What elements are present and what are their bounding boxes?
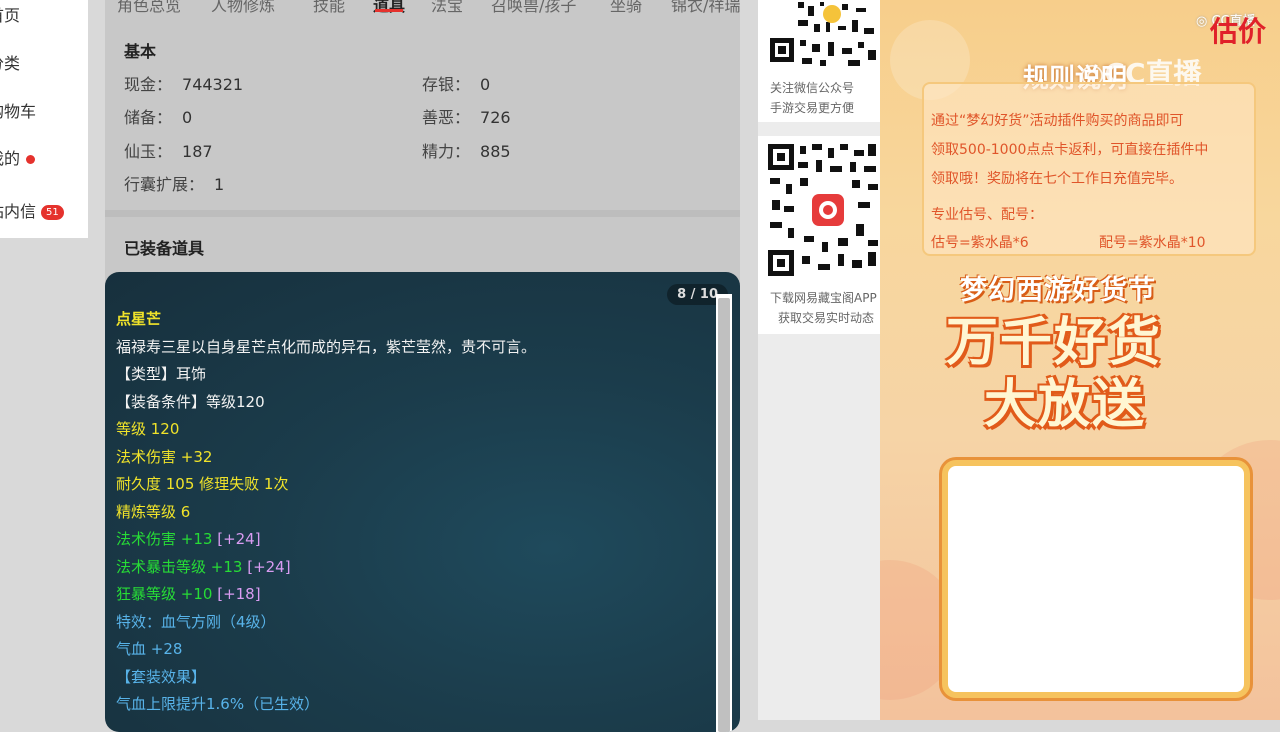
item-requirement: 【装备条件】等级120 xyxy=(116,393,265,411)
sidebar-item-label: 分类 xyxy=(0,54,21,73)
tab-mounts[interactable]: 坐骑 xyxy=(610,0,642,14)
sidebar-item-category[interactable]: 分类 xyxy=(0,50,20,74)
notice-line-4: 专业估号、配号： xyxy=(931,207,1043,223)
promo-blank-frame xyxy=(942,460,1250,698)
tab-cultivation[interactable]: 人物修炼 xyxy=(211,0,275,14)
tab-skills[interactable]: 技能 xyxy=(313,0,345,14)
item-durability: 耐久度 105 修理失败 1次 xyxy=(116,475,289,493)
sidebar-item-mine[interactable]: 我的 xyxy=(0,145,36,169)
wechat-qr-caption-2: 手游交易更方便 xyxy=(770,101,855,115)
app-qr-card: 下载网易藏宝阁APP 获取交易实时动态 xyxy=(758,136,880,334)
app-qr-caption-1: 下载网易藏宝阁APP xyxy=(770,291,877,305)
item-bonus-magic-damage: 法术伤害 +13 [+24] xyxy=(116,530,261,548)
deposit-row: 存银： 0 xyxy=(422,75,491,94)
equipped-items-title: 已装备道具 xyxy=(124,239,205,258)
wechat-qr-caption-1: 关注微信公众号 xyxy=(770,81,855,95)
item-tooltip[interactable]: 8 / 10 点星芒 福禄寿三星以自身星芒点化而成的异石，紫芒莹然，贵不可言。 … xyxy=(105,272,740,732)
promo-ad-panel[interactable]: ◎ CC直播 估价 规则说明 ◎CC直播 通过“梦幻好货”活动插件购买的商品即可… xyxy=(880,0,1280,720)
tab-treasures[interactable]: 法宝 xyxy=(431,0,463,14)
item-special-effect: 特效：血气方刚（4级） xyxy=(116,613,276,631)
sidebar-item-home[interactable]: 首页 xyxy=(0,2,20,26)
sidebar-item-cart[interactable]: 购物车 xyxy=(0,98,36,122)
notification-dot xyxy=(26,155,36,164)
basic-section-title: 基本 xyxy=(124,42,157,61)
notice-line-6: 配号=紫水晶*10 xyxy=(1099,235,1206,251)
item-description: 福禄寿三星以自身星芒点化而成的异石，紫芒莹然，贵不可言。 xyxy=(116,338,537,356)
energy-row: 精力： 885 xyxy=(422,142,511,161)
wechat-qr-code xyxy=(768,0,880,70)
role-tabs: 角色总览 人物修炼 技能 道具 法宝 召唤兽/孩子 坐骑 锦衣/祥瑞 xyxy=(105,0,740,14)
qr-code-column: 关注微信公众号 手游交易更方便 下载网易藏宝阁APP 获取交易实时动态 xyxy=(758,0,880,720)
notice-line-1: 通过“梦幻好货”活动插件购买的商品即可 xyxy=(931,113,1184,129)
notice-line-2: 领取500-1000点点卡返利，可直接在插件中 xyxy=(931,142,1209,158)
sidebar-item-label: 购物车 xyxy=(0,102,37,121)
message-count-badge: 51 xyxy=(41,205,64,220)
item-refine-level: 精炼等级 6 xyxy=(116,503,191,521)
notice-line-5: 估号=紫水晶*6 xyxy=(931,235,1029,251)
karma-row: 善恶： 726 xyxy=(422,108,511,127)
bag-expansion-row: 行囊扩展： 1 xyxy=(124,175,225,194)
promo-headline-2: 大放送 xyxy=(984,375,1147,435)
logo-icon xyxy=(823,5,841,23)
notice-line-3: 领取哦！奖励将在七个工作日充值完毕。 xyxy=(931,171,1183,187)
sidebar-item-label: 站内信 xyxy=(0,202,37,221)
sidebar-item-label: 我的 xyxy=(0,149,21,168)
app-qr-caption-2: 获取交易实时动态 xyxy=(778,311,875,325)
tab-costumes[interactable]: 锦衣/祥瑞 xyxy=(671,0,740,14)
left-sidebar: 首页 分类 购物车 我的 站内信 51 xyxy=(0,0,88,238)
item-set-effect-title: 【套装效果】 xyxy=(116,668,207,686)
wechat-qr-card: 关注微信公众号 手游交易更方便 xyxy=(758,0,880,122)
active-tab-indicator xyxy=(375,9,403,12)
cash-row: 现金： 744321 xyxy=(124,75,244,94)
tab-pets[interactable]: 召唤兽/孩子 xyxy=(491,0,576,14)
item-level: 等级 120 xyxy=(116,420,180,438)
reserve-row: 储备： 0 xyxy=(124,108,193,127)
jade-row: 仙玉： 187 xyxy=(124,142,213,161)
item-magic-damage: 法术伤害 +32 xyxy=(116,448,213,466)
sidebar-item-messages[interactable]: 站内信 51 xyxy=(0,198,64,222)
tab-overview[interactable]: 角色总览 xyxy=(117,0,181,14)
rules-notice-box: 通过“梦幻好货”活动插件购买的商品即可 领取500-1000点点卡返利，可直接在… xyxy=(922,82,1256,256)
price-estimate-label: 估价 xyxy=(1210,15,1267,48)
app-qr-code xyxy=(768,144,880,278)
item-set-effect: 气血上限提升1.6%（已生效） xyxy=(116,695,320,713)
item-bonus-magic-crit: 法术暴击等级 +13 [+24] xyxy=(116,558,291,576)
item-type: 【类型】耳饰 xyxy=(116,365,207,383)
item-name: 点星芒 xyxy=(116,310,162,328)
item-hp: 气血 +28 xyxy=(116,640,183,658)
item-bonus-frenzy: 狂暴等级 +10 [+18] xyxy=(116,585,261,603)
tooltip-scrollbar-thumb[interactable] xyxy=(718,298,730,732)
sidebar-item-label: 首页 xyxy=(0,6,21,25)
section-divider xyxy=(105,210,740,217)
